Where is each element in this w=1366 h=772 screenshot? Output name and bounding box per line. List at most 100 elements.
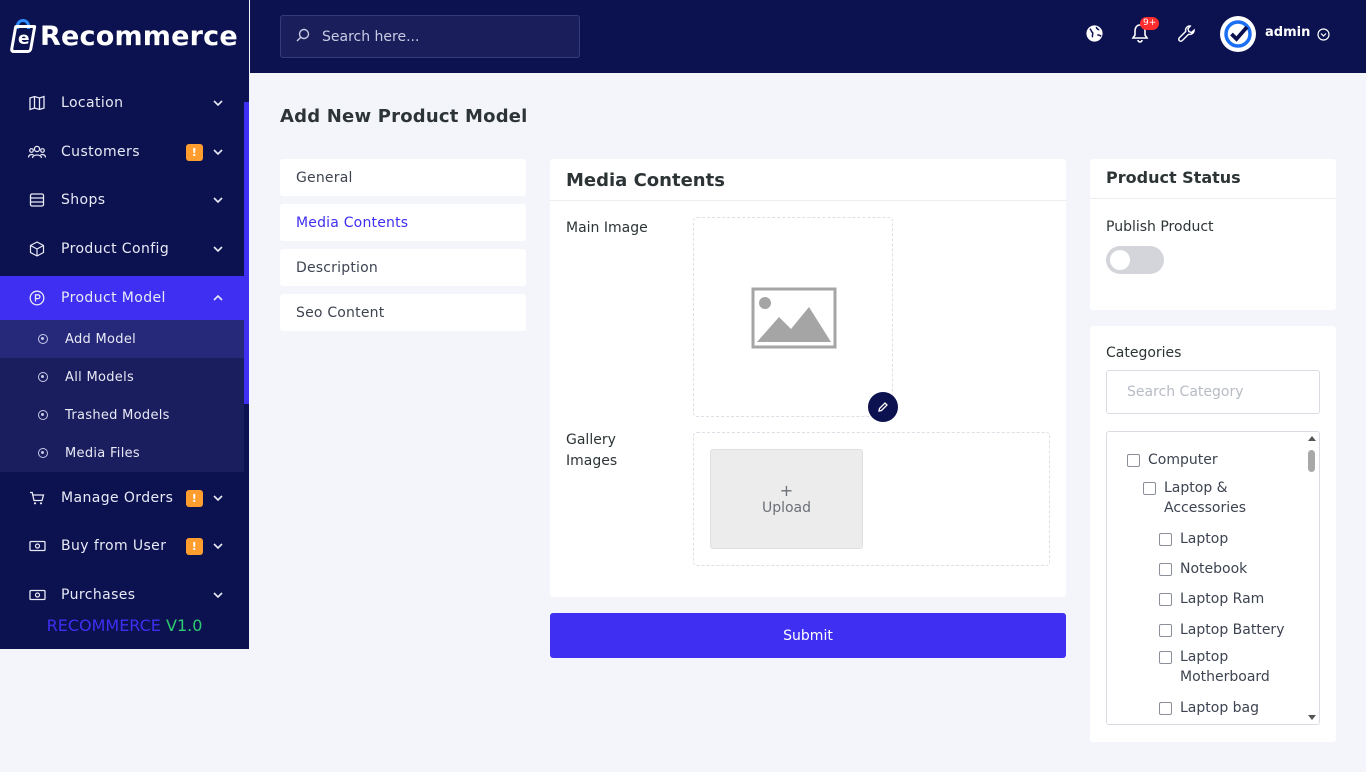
submenu-item-label: Media Files (65, 445, 141, 461)
category-item-laptop-motherboard[interactable]: Laptop Motherboard (1159, 647, 1277, 687)
publish-product-label: Publish Product (1106, 219, 1214, 235)
tab-description[interactable]: Description (280, 249, 526, 286)
chevron-down-icon (213, 246, 223, 253)
category-label: Laptop Motherboard (1180, 649, 1270, 685)
sidebar: e Recommerce Location Customers ! Shops … (0, 0, 249, 649)
media-contents-card: Media Contents Main Image Gallery Images… (550, 159, 1066, 597)
main-image-dropzone[interactable] (693, 217, 893, 417)
product-model-submenu: Add Model All Models Trashed Models Medi… (0, 320, 244, 472)
submenu-item-media-files[interactable]: Media Files (0, 434, 244, 472)
circle-dot-icon (38, 410, 48, 420)
avatar[interactable] (1220, 16, 1256, 52)
pencil-icon (877, 398, 889, 417)
checkbox[interactable] (1159, 651, 1172, 664)
submenu-item-trashed-models[interactable]: Trashed Models (0, 396, 244, 434)
version-number: V1.0 (166, 616, 203, 635)
submenu-item-add-model[interactable]: Add Model (0, 320, 244, 358)
shopping-bag-logo-icon: e (9, 18, 37, 55)
tab-seo-content[interactable]: Seo Content (280, 294, 526, 331)
brand[interactable]: e Recommerce (0, 0, 249, 73)
map-icon (28, 94, 46, 112)
cart-icon (28, 489, 46, 507)
version-brand: RECOMMERCE (46, 616, 161, 635)
app-version: RECOMMERCE V1.0 (0, 616, 249, 635)
globe-icon[interactable] (1083, 22, 1105, 44)
chevron-down-icon (213, 495, 223, 502)
sidebar-item-buy-from-user[interactable]: Buy from User ! (0, 522, 249, 571)
user-name[interactable]: admin (1265, 25, 1310, 40)
product-circle-icon (28, 289, 46, 307)
submenu-item-label: All Models (65, 369, 135, 385)
scroll-down-arrow-icon[interactable] (1308, 715, 1316, 720)
category-label: Laptop Ram (1180, 591, 1265, 607)
submenu-item-label: Trashed Models (65, 407, 170, 423)
sidebar-item-label: Location (61, 95, 124, 112)
main-image-label: Main Image (566, 220, 648, 236)
sidebar-item-location[interactable]: Location (0, 79, 249, 128)
upload-button[interactable]: + Upload (710, 449, 863, 549)
scroll-up-arrow-icon[interactable] (1308, 436, 1316, 441)
sidebar-item-product-config[interactable]: Product Config (0, 225, 249, 274)
upload-label: Upload (761, 500, 812, 516)
category-item-notebook[interactable]: Notebook (1159, 559, 1247, 579)
checkbox[interactable] (1159, 533, 1172, 546)
sidebar-item-label: Product Model (61, 290, 166, 306)
sidebar-item-label: Buy from User (61, 538, 167, 555)
brand-name: Recommerce (40, 21, 238, 52)
circle-dot-icon (38, 448, 48, 458)
category-tree: Computer Laptop & Accessories Laptop Not… (1106, 431, 1320, 725)
users-icon (28, 143, 46, 161)
category-item-laptop-ram[interactable]: Laptop Ram (1159, 589, 1264, 609)
sidebar-item-label: Customers (61, 144, 140, 161)
category-item-laptop-bag[interactable]: Laptop bag (1159, 698, 1259, 718)
top-bar: 9+ admin (250, 0, 1366, 73)
gallery-images-label: Gallery Images (566, 432, 618, 469)
checkbox[interactable] (1159, 702, 1172, 715)
alert-badge: ! (186, 489, 203, 507)
sidebar-item-manage-orders[interactable]: Manage Orders ! (0, 474, 249, 523)
category-scrollbar[interactable] (1305, 432, 1319, 724)
submenu-item-all-models[interactable]: All Models (0, 358, 244, 396)
category-item-laptop-battery[interactable]: Laptop Battery (1159, 620, 1284, 640)
money-icon (28, 537, 46, 555)
categories-label: Categories (1106, 345, 1182, 361)
submit-button[interactable]: Submit (550, 613, 1066, 658)
plus-icon: + (779, 481, 794, 500)
sidebar-item-product-model[interactable]: Product Model (0, 276, 249, 320)
category-label: Notebook (1180, 561, 1248, 577)
sidebar-scrollbar[interactable] (244, 102, 249, 404)
tab-general[interactable]: General (280, 159, 526, 196)
scroll-thumb[interactable] (1308, 450, 1315, 472)
sidebar-item-purchases[interactable]: Purchases (0, 571, 249, 620)
sidebar-item-label: Purchases (61, 587, 136, 604)
chevron-down-icon (213, 543, 223, 550)
chevron-down-icon (213, 100, 223, 107)
chevron-down-icon (213, 149, 223, 156)
category-item-computer[interactable]: Computer (1127, 450, 1218, 470)
wrench-icon[interactable] (1175, 22, 1197, 44)
checkbox[interactable] (1159, 624, 1172, 637)
category-item-laptop[interactable]: Laptop (1159, 529, 1228, 549)
store-icon (28, 191, 46, 209)
alert-badge: ! (186, 537, 203, 555)
checkbox[interactable] (1159, 593, 1172, 606)
bell-icon[interactable]: 9+ (1129, 17, 1160, 44)
chevron-up-icon (213, 295, 223, 301)
categories-card: Categories Computer Laptop & Accessories… (1090, 326, 1336, 742)
category-search-input[interactable] (1106, 370, 1320, 414)
chevron-down-circle-icon[interactable] (1317, 26, 1330, 45)
alert-badge: ! (186, 143, 203, 161)
checkbox[interactable] (1143, 482, 1156, 495)
publish-toggle[interactable] (1106, 246, 1164, 274)
checkbox[interactable] (1127, 454, 1140, 467)
search-input[interactable] (322, 28, 562, 45)
search-box (280, 15, 580, 58)
sidebar-item-customers[interactable]: Customers ! (0, 128, 249, 177)
category-label: Laptop & Accessories (1164, 480, 1247, 516)
sidebar-item-shops[interactable]: Shops (0, 176, 249, 225)
checkbox[interactable] (1159, 563, 1172, 576)
tab-media-contents[interactable]: Media Contents (280, 204, 526, 241)
category-item-laptop-accessories[interactable]: Laptop & Accessories (1143, 478, 1263, 518)
edit-image-button[interactable] (868, 392, 898, 422)
chevron-down-icon (213, 197, 223, 204)
